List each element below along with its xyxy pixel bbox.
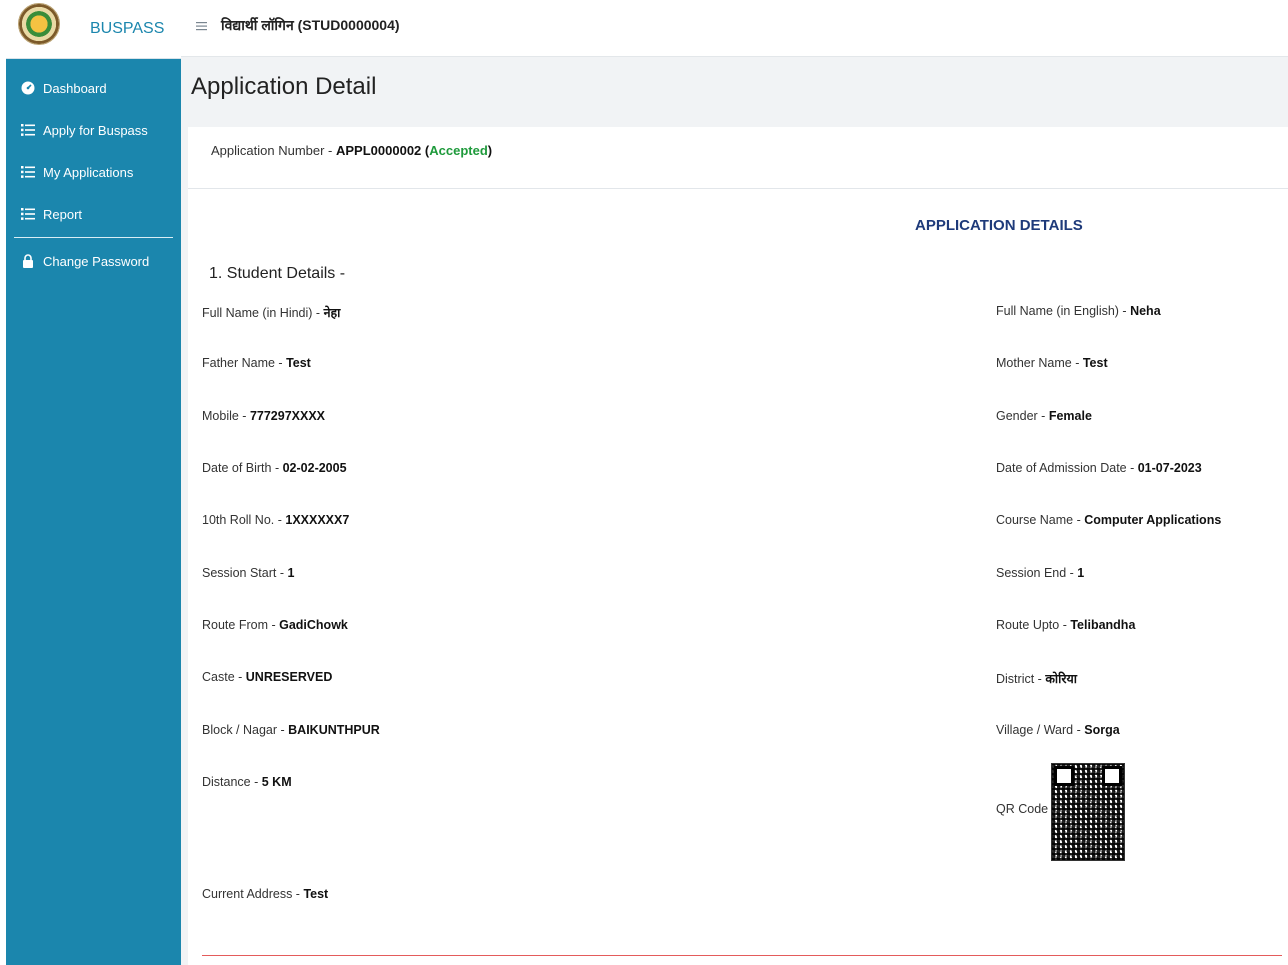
list-icon <box>19 124 37 136</box>
field-qr-code: QR Code - <box>996 802 1056 816</box>
card-header: Application Number - APPL0000002 (Accept… <box>188 127 1288 189</box>
sidebar-item-dashboard[interactable]: Dashboard <box>6 67 181 109</box>
brand-name: BUSPASS <box>90 20 165 37</box>
hamburger-menu-icon[interactable] <box>196 18 207 35</box>
dashboard-icon <box>19 81 37 95</box>
field-gender: Gender - Female <box>996 409 1092 423</box>
divider-line <box>202 955 1282 956</box>
field-label: Gender - <box>996 409 1049 423</box>
lock-icon <box>19 254 37 268</box>
field-value: 02-02-2005 <box>282 461 347 475</box>
field-label: Full Name (in English) - <box>996 304 1131 318</box>
field-mobile: Mobile - 777297XXXX <box>202 409 325 423</box>
status-close: ) <box>487 143 493 158</box>
field-label: Mother Name - <box>996 356 1083 370</box>
field-label: 10th Roll No. - <box>202 513 286 527</box>
field-value: 5 KM <box>261 775 292 789</box>
field-label: Course Name - <box>996 513 1085 527</box>
sidebar-item-report[interactable]: Report <box>6 193 181 235</box>
application-card: Application Number - APPL0000002 (Accept… <box>188 127 1288 965</box>
field-value: 1 <box>1077 566 1085 580</box>
application-number: Application Number - APPL0000002 (Accept… <box>211 143 492 158</box>
field-label: Session End - <box>996 566 1078 580</box>
government-seal-icon <box>18 3 60 45</box>
main-content: Application Detail Application Number - … <box>181 57 1288 965</box>
field-value: Computer Applications <box>1084 513 1222 527</box>
field-label: QR Code - <box>996 802 1056 816</box>
field-date-of-birth: Date of Birth - 02-02-2005 <box>202 461 347 475</box>
field-route-from: Route From - GadiChowk <box>202 618 348 632</box>
section-title: APPLICATION DETAILS <box>915 217 1083 234</box>
application-number-label: Application Number - <box>211 143 336 158</box>
field-session-end: Session End - 1 <box>996 566 1084 580</box>
field-value: BAIKUNTHPUR <box>288 723 380 737</box>
sidebar-item-label: Dashboard <box>43 80 107 96</box>
field-roll-no: 10th Roll No. - 1XXXXXX7 <box>202 513 349 527</box>
field-label: Route From - <box>202 618 280 632</box>
list-icon <box>19 166 37 178</box>
field-current-address: Current Address - Test <box>202 887 328 901</box>
field-label: Mobile - <box>202 409 250 423</box>
student-details-title: 1. Student Details - <box>209 265 346 282</box>
field-value: कोरिया <box>1045 672 1077 686</box>
field-label: Full Name (in Hindi) - <box>202 306 324 320</box>
field-value: 1XXXXXX7 <box>285 513 350 527</box>
sidebar-item-change-password[interactable]: Change Password <box>6 240 181 282</box>
field-value: UNRESERVED <box>245 670 333 684</box>
list-icon <box>19 208 37 220</box>
field-route-upto: Route Upto - Telibandha <box>996 618 1135 632</box>
field-value: 1 <box>287 566 295 580</box>
field-village-ward: Village / Ward - Sorga <box>996 723 1120 737</box>
field-value: Test <box>286 356 311 370</box>
application-number-value: APPL0000002 <box>336 143 422 158</box>
brand-header[interactable]: BUSPASS <box>6 0 181 59</box>
sidebar: BUSPASS Dashboard Apply for Buspass My A… <box>6 0 181 965</box>
field-value: GadiChowk <box>279 618 348 632</box>
field-session-start: Session Start - 1 <box>202 566 294 580</box>
field-value: 01-07-2023 <box>1137 461 1202 475</box>
page-title: Application Detail <box>191 73 377 100</box>
sidebar-item-my-applications[interactable]: My Applications <box>6 151 181 193</box>
field-label: Session Start - <box>202 566 288 580</box>
field-label: Caste - <box>202 670 246 684</box>
field-course-name: Course Name - Computer Applications <box>996 513 1221 527</box>
sidebar-divider <box>14 237 173 238</box>
field-full-name-english: Full Name (in English) - Neha <box>996 304 1161 318</box>
field-caste: Caste - UNRESERVED <box>202 670 332 684</box>
field-label: Distance - <box>202 775 262 789</box>
field-admission-date: Date of Admission Date - 01-07-2023 <box>996 461 1202 475</box>
field-label: Block / Nagar - <box>202 723 289 737</box>
field-father-name: Father Name - Test <box>202 356 311 370</box>
field-label: Route Upto - <box>996 618 1071 632</box>
field-value: Telibandha <box>1070 618 1136 632</box>
field-value: 777297XXXX <box>249 409 325 423</box>
login-title: विद्यार्थी लॉगिन (STUD0000004) <box>221 17 400 33</box>
field-label: Current Address - <box>202 887 304 901</box>
field-label: Father Name - <box>202 356 287 370</box>
field-value: Test <box>1082 356 1108 370</box>
qr-code-image <box>1051 763 1125 861</box>
field-district: District - कोरिया <box>996 670 1077 687</box>
sidebar-item-apply-for-buspass[interactable]: Apply for Buspass <box>6 109 181 151</box>
field-value: Female <box>1048 409 1092 423</box>
status-badge: Accepted <box>429 143 488 158</box>
field-label: Date of Birth - <box>202 461 283 475</box>
field-label: Date of Admission Date - <box>996 461 1138 475</box>
field-label: District - <box>996 672 1046 686</box>
field-value: नेहा <box>323 306 341 320</box>
sidebar-item-label: Change Password <box>43 253 150 269</box>
sidebar-item-label: Apply for Buspass <box>43 122 148 138</box>
field-mother-name: Mother Name - Test <box>996 356 1108 370</box>
field-value: Sorga <box>1084 723 1120 737</box>
field-distance: Distance - 5 KM <box>202 775 292 789</box>
field-block-nagar: Block / Nagar - BAIKUNTHPUR <box>202 723 380 737</box>
field-label: Village / Ward - <box>996 723 1085 737</box>
sidebar-nav: Dashboard Apply for Buspass My Applicati… <box>6 59 181 282</box>
sidebar-item-label: Report <box>43 206 83 222</box>
field-value: Neha <box>1130 304 1161 318</box>
field-value: Test <box>303 887 329 901</box>
sidebar-item-label: My Applications <box>43 164 134 180</box>
field-full-name-hindi: Full Name (in Hindi) - नेहा <box>202 304 340 321</box>
top-bar: विद्यार्थी लॉगिन (STUD0000004) <box>181 0 1288 57</box>
